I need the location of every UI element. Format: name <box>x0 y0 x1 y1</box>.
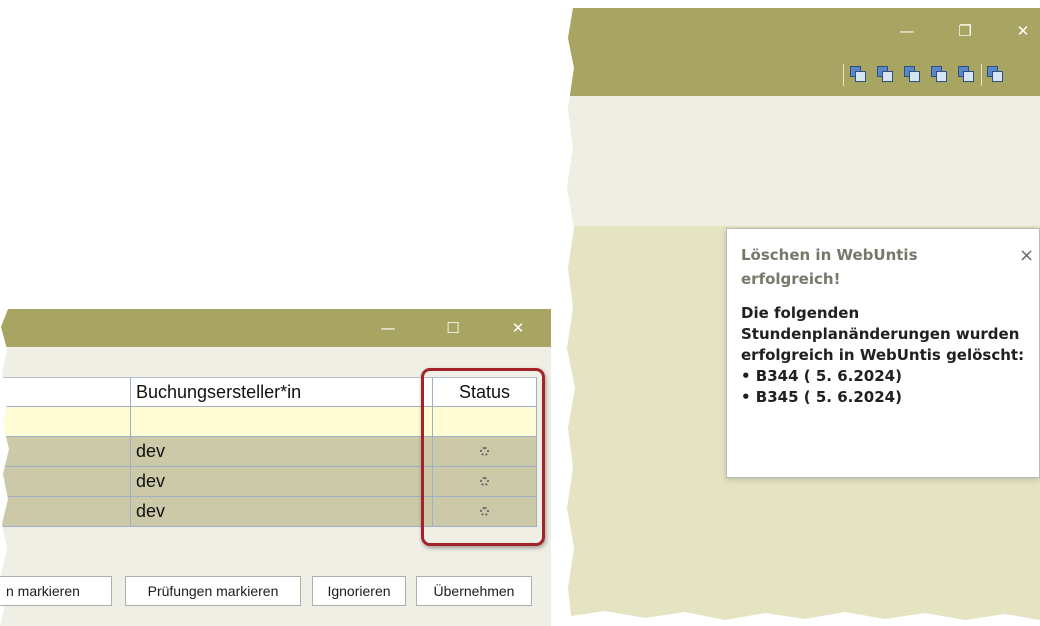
mark-exams-button[interactable]: Prüfungen markieren <box>125 576 301 606</box>
table-cell[interactable] <box>0 467 131 497</box>
restore-button[interactable]: ❐ <box>943 8 987 54</box>
toolbar-separator <box>981 64 982 86</box>
status-cell[interactable] <box>433 467 537 497</box>
notification-item: • B345 ( 5. 6.2024) <box>741 388 902 406</box>
filter-cell[interactable] <box>131 407 433 437</box>
column-header[interactable] <box>0 377 131 407</box>
window-5-icon[interactable] <box>958 66 974 82</box>
maximize-button[interactable]: ☐ <box>431 309 475 347</box>
right-app-window: — ❐ ✕ Löschen in WebUntis erfolgreich! ×… <box>567 8 1040 620</box>
loading-spinner-icon <box>480 507 489 516</box>
table-row[interactable]: dev <box>0 437 537 467</box>
minimize-button[interactable]: — <box>366 309 410 347</box>
apply-button[interactable]: Übernehmen <box>416 576 532 606</box>
status-cell[interactable] <box>433 437 537 467</box>
filter-cell[interactable] <box>433 407 537 437</box>
notification-body: Die folgenden Stundenplanänderungen wurd… <box>741 303 1031 408</box>
filter-row <box>0 407 537 437</box>
table-cell[interactable]: dev <box>131 497 433 527</box>
filter-cell[interactable] <box>0 407 131 437</box>
close-icon[interactable]: × <box>1019 245 1039 266</box>
column-header-buchungsersteller[interactable]: Buchungsersteller*in <box>131 377 433 407</box>
notification-item: • B344 ( 5. 6.2024) <box>741 367 902 385</box>
table-header-row: Buchungsersteller*in Status <box>0 377 537 407</box>
table-cell[interactable] <box>0 497 131 527</box>
column-header-status[interactable]: Status <box>433 377 537 407</box>
ignore-button[interactable]: Ignorieren <box>312 576 406 606</box>
toolbar-separator <box>843 64 844 86</box>
mark-button[interactable]: n markieren <box>0 576 112 606</box>
status-cell[interactable] <box>433 497 537 527</box>
window-1-icon[interactable] <box>850 66 866 82</box>
table-cell[interactable] <box>0 437 131 467</box>
content-panel <box>567 96 1040 226</box>
window-3-icon[interactable] <box>904 66 920 82</box>
close-button[interactable]: ✕ <box>496 309 540 347</box>
success-notification: Löschen in WebUntis erfolgreich! × Die f… <box>726 228 1040 478</box>
toolbar-strip <box>0 347 551 377</box>
title-bar[interactable]: — ☐ ✕ <box>0 309 551 347</box>
close-button[interactable]: ✕ <box>1001 8 1040 54</box>
loading-spinner-icon <box>480 477 489 486</box>
notification-message: Die folgenden Stundenplanänderungen wurd… <box>741 304 1025 364</box>
table-cell[interactable]: dev <box>131 437 433 467</box>
notification-title: Löschen in WebUntis erfolgreich! <box>741 246 918 288</box>
window-2-icon[interactable] <box>877 66 893 82</box>
window-4-icon[interactable] <box>931 66 947 82</box>
minimize-button[interactable]: — <box>885 8 929 54</box>
title-bar[interactable]: — ❐ ✕ <box>567 8 1040 96</box>
table-cell[interactable]: dev <box>131 467 433 497</box>
window-icon[interactable] <box>987 66 1003 82</box>
table-row[interactable]: dev <box>0 467 537 497</box>
loading-spinner-icon <box>480 447 489 456</box>
table-row[interactable]: dev <box>0 497 537 527</box>
